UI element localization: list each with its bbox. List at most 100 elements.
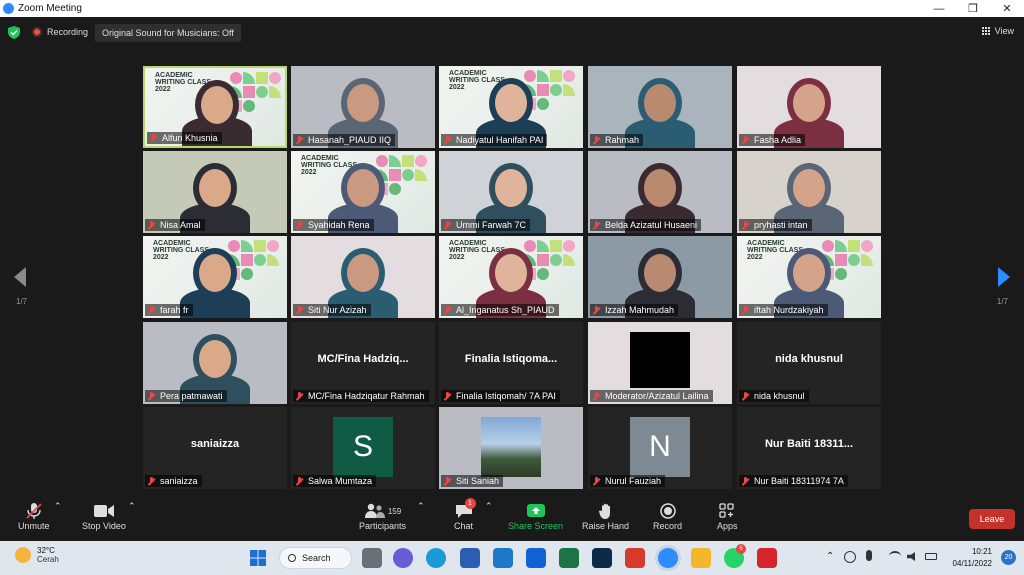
stop-video-button[interactable]: Stop Video — [82, 501, 126, 531]
participant-name-label: MC/Fina Hadziqatur Rahmah — [293, 390, 429, 402]
poster-shape — [269, 86, 281, 98]
wifi-icon[interactable] — [889, 551, 901, 561]
shield-icon[interactable] — [8, 26, 20, 39]
original-sound-button[interactable]: Original Sound for Musicians: Off — [95, 24, 241, 42]
poster-shape — [267, 254, 279, 266]
excel-icon[interactable] — [559, 548, 579, 568]
poster-shape — [550, 254, 562, 266]
participant-face — [347, 84, 379, 122]
participant-name: MC/Fina Hadziqatur Rahmah — [308, 391, 425, 401]
raise-hand-button[interactable]: Raise Hand — [582, 501, 629, 531]
video-camera-icon — [93, 501, 114, 521]
word-icon[interactable] — [460, 548, 480, 568]
task-view-icon[interactable] — [362, 548, 382, 568]
poster-title: ACADEMIC WRITING CLASS 2022 — [449, 70, 505, 91]
participant-tile[interactable]: Moderator/Azizatul Lailina — [588, 322, 732, 404]
participant-tile[interactable]: Pera patmawati — [143, 322, 287, 404]
whatsapp-icon[interactable]: 6 — [724, 544, 746, 568]
edge-browser-icon[interactable] — [426, 548, 446, 568]
participants-icon: 159 — [364, 501, 401, 521]
poster-shape — [415, 155, 427, 167]
poster-shape — [376, 155, 388, 167]
volume-icon[interactable] — [907, 552, 915, 561]
participant-display-name: Nur Baiti 18311... — [764, 438, 854, 450]
participant-tile[interactable]: Rahmah — [588, 66, 732, 148]
participants-button[interactable]: 159 Participants — [359, 501, 406, 531]
participant-tile[interactable]: pryhasti intan — [737, 151, 881, 233]
participant-face — [201, 86, 233, 124]
apps-button[interactable]: Apps — [717, 501, 738, 531]
mic-tray-icon[interactable] — [866, 550, 872, 561]
participant-name-label: nida khusnul — [739, 390, 809, 402]
record-button[interactable]: Record — [653, 501, 682, 531]
sync-icon[interactable] — [844, 551, 856, 563]
participant-tile[interactable]: Nur Baiti 18311... Nur Baiti 18311974 7A — [737, 407, 881, 489]
participant-tile[interactable]: ACADEMIC WRITING CLASS 2022 Al_Inganatus … — [439, 236, 583, 318]
view-button[interactable]: View — [981, 26, 1014, 36]
acrobat-icon[interactable] — [757, 548, 777, 568]
participant-tile[interactable]: ACADEMIC WRITING CLASS 2022 Nadiyatul Han… — [439, 66, 583, 148]
participants-caret-icon[interactable]: ⌃ — [417, 501, 425, 512]
file-explorer-icon[interactable] — [691, 548, 711, 568]
participant-tile[interactable]: ACADEMIC WRITING CLASS 2022 iftah Nurdzak… — [737, 236, 881, 318]
participant-face — [199, 254, 231, 292]
poster-shape — [537, 84, 549, 96]
share-screen-icon — [526, 501, 545, 521]
participant-name: Syahidah Rena — [308, 220, 370, 230]
page-indicator-right: 1/7 — [996, 297, 1008, 306]
unmute-button[interactable]: Unmute — [18, 501, 50, 531]
start-windows-icon[interactable] — [248, 548, 268, 568]
minimize-button[interactable]: — — [922, 0, 956, 17]
photoshop-icon[interactable] — [592, 548, 612, 568]
video-options-caret-icon[interactable]: ⌃ — [128, 501, 136, 512]
audio-options-caret-icon[interactable]: ⌃ — [54, 501, 62, 512]
chat-button[interactable]: 1 Chat — [454, 498, 476, 531]
poster-shape — [822, 254, 834, 266]
teams-chat-icon[interactable] — [393, 548, 413, 568]
taskbar-search[interactable]: Search — [279, 547, 352, 569]
mail-icon[interactable] — [493, 548, 513, 568]
pdf-tool-icon[interactable] — [625, 548, 645, 568]
clock[interactable]: 10:21 04/11/2022 — [953, 546, 992, 570]
participant-tile[interactable]: Nisa Amal — [143, 151, 287, 233]
participant-tile[interactable]: ACADEMIC WRITING CLASS 2022 Alfun Khusnia — [143, 66, 287, 148]
participant-tile[interactable]: saniaizza saniaizza — [143, 407, 287, 489]
participant-tile[interactable]: nida khusnul nida khusnul — [737, 322, 881, 404]
muted-mic-icon — [741, 305, 750, 315]
participant-tile[interactable]: ACADEMIC WRITING CLASS 2022 Syahidah Rena — [291, 151, 435, 233]
participant-tile[interactable]: Ummi Farwah 7C — [439, 151, 583, 233]
share-screen-button[interactable]: Share Screen — [508, 501, 563, 531]
battery-icon[interactable] — [925, 553, 937, 560]
zoom-taskbar-icon[interactable] — [658, 548, 678, 568]
dropbox-icon[interactable] — [526, 548, 546, 568]
poster-shape — [524, 254, 536, 266]
apps-label: Apps — [717, 521, 738, 531]
participants-count: 159 — [387, 506, 402, 516]
participant-tile[interactable]: N Nurul Fauziah — [588, 407, 732, 489]
weather-widget[interactable]: 32°C Cerah — [15, 546, 59, 564]
participant-tile[interactable]: Belda Azizatul Husaeni — [588, 151, 732, 233]
muted-mic-icon — [295, 391, 304, 401]
participant-tile[interactable]: Izzah Mahmudah — [588, 236, 732, 318]
tray-overflow-chevron-icon[interactable]: ⌃ — [826, 551, 834, 562]
poster-shape — [376, 169, 388, 181]
participant-tile[interactable]: Hasanah_PIAUD IIQ — [291, 66, 435, 148]
next-page-arrow-icon[interactable] — [998, 267, 1010, 287]
participant-tile[interactable]: Finalia Istiqoma... Finalia Istiqomah/ 7A… — [439, 322, 583, 404]
chat-caret-icon[interactable]: ⌃ — [485, 501, 493, 512]
participant-tile[interactable]: S Salwa Mumtaza — [291, 407, 435, 489]
participant-name: iftah Nurdzakiyah — [754, 305, 824, 315]
participant-tile[interactable]: Siti Nur Azizah — [291, 236, 435, 318]
recording-indicator[interactable]: Recording — [32, 24, 88, 40]
close-button[interactable]: ✕ — [990, 0, 1024, 17]
page-indicator-left: 1/7 — [16, 297, 28, 306]
poster-shape — [550, 240, 562, 252]
participant-tile[interactable]: Fasha Adlia — [737, 66, 881, 148]
prev-page-arrow-icon[interactable] — [14, 267, 26, 287]
participant-tile[interactable]: MC/Fina Hadziq... MC/Fina Hadziqatur Rahm… — [291, 322, 435, 404]
participant-tile[interactable]: ACADEMIC WRITING CLASS 2022 farah fr — [143, 236, 287, 318]
leave-button[interactable]: Leave — [969, 509, 1015, 529]
maximize-button[interactable]: ❐ — [956, 0, 990, 17]
participant-tile[interactable]: Siti Saniah — [439, 407, 583, 489]
notification-count[interactable]: 20 — [1001, 550, 1016, 565]
